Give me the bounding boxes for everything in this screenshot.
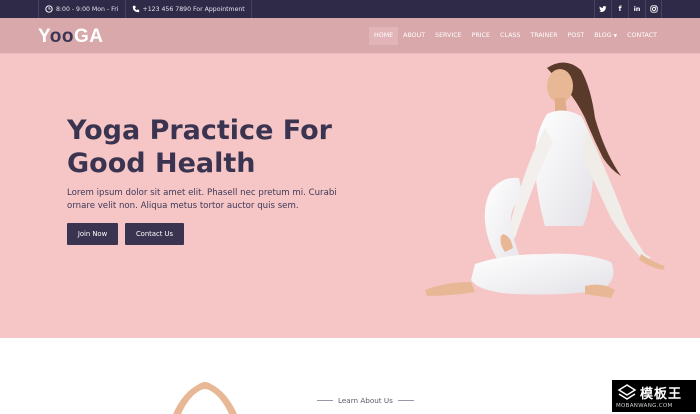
nav-blog[interactable]: BLOG ▼ (589, 27, 622, 45)
divider (397, 400, 414, 401)
watermark-en-text: MOBANWANG.COM (616, 403, 673, 409)
hours-item: 8:00 - 9:00 Mon - Fri (39, 0, 125, 18)
watermark-cn-text: 模板王 (640, 387, 683, 402)
nav-service[interactable]: SERVICE (430, 27, 467, 45)
nav-blog-label: BLOG (594, 32, 612, 39)
nav-class[interactable]: CLASS (495, 27, 525, 45)
watermark-logo-icon (617, 384, 637, 400)
top-contact-bar: 8:00 - 9:00 Mon - Fri +123 456 7890 For … (0, 0, 700, 18)
main-nav: HOME ABOUT SERVICE PRICE CLASS TRAINER P… (369, 27, 662, 45)
twitter-icon[interactable] (594, 0, 611, 18)
learn-about-us-label: Learn About Us (312, 396, 419, 405)
social-links: f in (594, 0, 662, 18)
linkedin-glyph: in (633, 5, 641, 13)
logo-part: Y (38, 26, 50, 47)
clock-icon (45, 5, 53, 13)
join-now-button[interactable]: Join Now (67, 223, 118, 245)
nav-trainer[interactable]: TRAINER (525, 27, 562, 45)
yoga-woman-image (425, 62, 665, 298)
divider (250, 0, 252, 18)
logo-part-accent: oo (49, 26, 74, 47)
nav-home[interactable]: HOME (369, 27, 399, 45)
nav-price[interactable]: PRICE (467, 27, 495, 45)
site-logo[interactable]: YooGA (38, 26, 103, 48)
about-label-text: Learn About Us (338, 396, 393, 405)
chevron-down-icon: ▼ (613, 34, 618, 39)
nav-contact[interactable]: CONTACT (622, 27, 662, 45)
contact-info: 8:00 - 9:00 Mon - Fri +123 456 7890 For … (38, 0, 252, 18)
phone-item[interactable]: +123 456 7890 For Appointment (126, 0, 251, 18)
nav-post[interactable]: POST (563, 27, 590, 45)
about-section: Learn About Us (0, 338, 700, 414)
yoga-arms-image (173, 382, 237, 414)
hero-title: Yoga Practice For Good Health (67, 114, 387, 180)
hero-section: Yoga Practice For Good Health Lorem ipsu… (0, 54, 700, 338)
facebook-icon[interactable]: f (611, 0, 628, 18)
logo-part: GA (73, 26, 104, 47)
instagram-icon[interactable] (645, 0, 662, 18)
hours-text: 8:00 - 9:00 Mon - Fri (56, 5, 119, 13)
phone-text: +123 456 7890 For Appointment (142, 5, 245, 13)
divider (317, 400, 333, 401)
contact-us-button[interactable]: Contact Us (125, 223, 184, 245)
hero-title-line: Yoga Practice For (67, 115, 332, 146)
watermark-badge: 模板王 MOBANWANG.COM (612, 380, 696, 412)
linkedin-icon[interactable]: in (628, 0, 645, 18)
nav-about[interactable]: ABOUT (398, 27, 430, 45)
phone-icon (132, 5, 140, 13)
site-header: YooGA HOME ABOUT SERVICE PRICE CLASS TRA… (0, 18, 700, 54)
facebook-glyph: f (618, 5, 622, 13)
hero-description: Lorem ipsum dolor sit amet elit. Phasell… (67, 188, 337, 211)
hero-title-line: Good Health (67, 148, 256, 179)
